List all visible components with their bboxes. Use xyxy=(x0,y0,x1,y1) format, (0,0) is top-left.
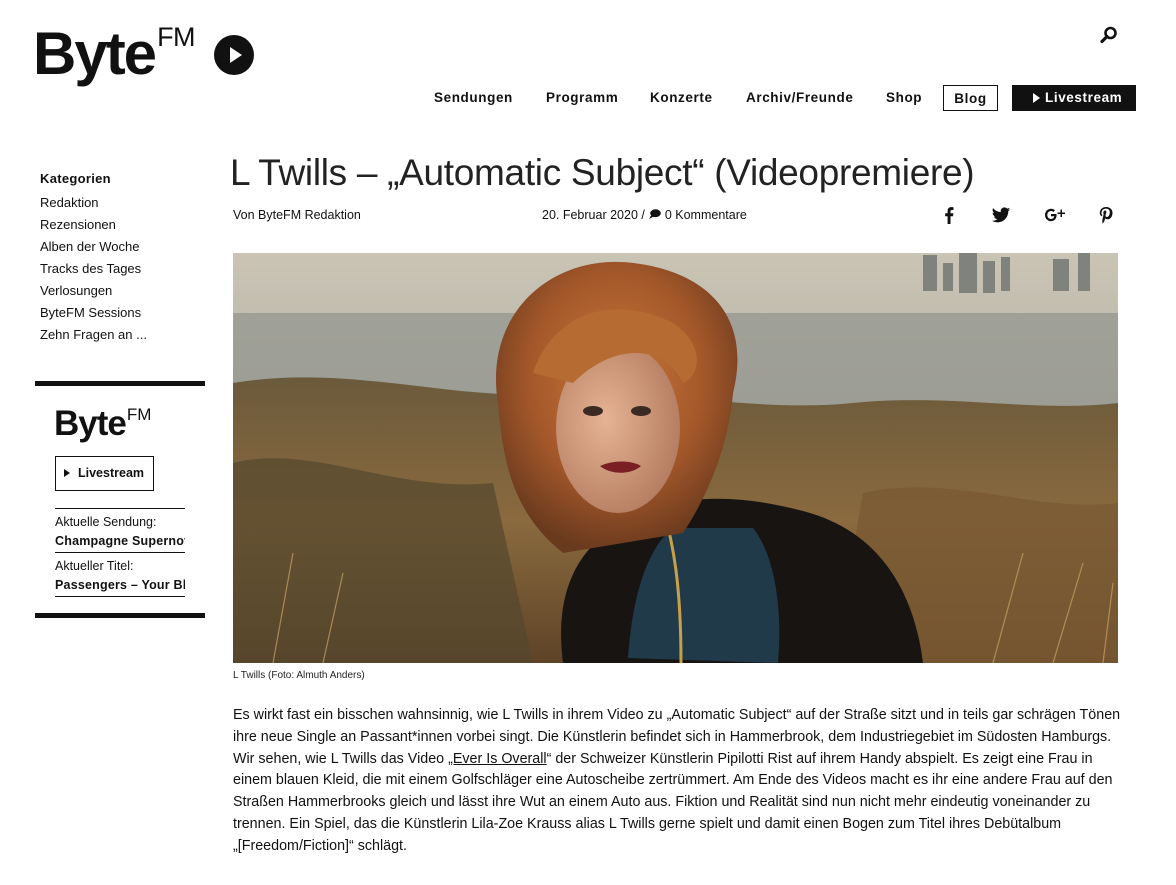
category-link[interactable]: Tracks des Tages xyxy=(40,261,141,276)
widget-livestream-label: Livestream xyxy=(78,466,145,480)
nav-sendungen[interactable]: Sendungen xyxy=(434,85,513,111)
facebook-icon xyxy=(945,207,954,224)
article-meta: 20. Februar 2020 / 0 Kommentare xyxy=(542,208,747,222)
category-link[interactable]: Alben der Woche xyxy=(40,239,140,254)
share-pinterest[interactable] xyxy=(1096,205,1116,225)
list-item: Zehn Fragen an ... xyxy=(40,324,210,346)
nav-shop[interactable]: Shop xyxy=(886,85,922,111)
play-icon[interactable] xyxy=(214,35,254,75)
comments-link[interactable]: 0 Kommentare xyxy=(665,208,747,222)
share-facebook[interactable] xyxy=(939,205,959,225)
nav-konzerte[interactable]: Konzerte xyxy=(650,85,713,111)
ever-is-overall-link[interactable]: „Ever Is Overall xyxy=(448,751,547,767)
image-caption: L Twills (Foto: Almuth Anders) xyxy=(233,670,365,681)
article-body: Es wirkt fast ein bisschen wahnsinnig, w… xyxy=(233,705,1123,858)
widget-livestream-button[interactable]: Livestream xyxy=(55,456,154,491)
byte-fm-logo[interactable]: Byte FM xyxy=(33,20,196,87)
nav-programm[interactable]: Programm xyxy=(546,85,618,111)
category-link[interactable]: ByteFM Sessions xyxy=(40,305,141,320)
categories-heading: Kategorien xyxy=(40,171,111,186)
comments-icon xyxy=(649,209,662,219)
list-item: Verlosungen xyxy=(40,280,210,302)
share-google-plus[interactable] xyxy=(1043,205,1067,225)
livestream-widget: Byte FM Livestream Aktuelle Sendung: Cha… xyxy=(35,381,205,618)
nav-livestream-button[interactable]: Livestream xyxy=(1012,85,1136,111)
divider xyxy=(55,552,185,553)
categories-list: Redaktion Rezensionen Alben der Woche Tr… xyxy=(40,192,210,346)
current-show-value: Champagne Supernova xyxy=(55,534,185,548)
article-hero-image xyxy=(233,253,1118,663)
meta-separator: / xyxy=(641,208,645,222)
list-item: ByteFM Sessions xyxy=(40,302,210,324)
author-link[interactable]: ByteFM Redaktion xyxy=(258,208,361,222)
widget-logo: Byte FM xyxy=(54,406,151,442)
share-twitter[interactable] xyxy=(991,205,1011,225)
livestream-label: Livestream xyxy=(1045,90,1123,105)
main-navigation: Sendungen Programm Konzerte Archiv/Freun… xyxy=(0,85,1176,113)
nav-archiv-freunde[interactable]: Archiv/Freunde xyxy=(746,85,853,111)
logo-text: Byte xyxy=(33,20,157,87)
list-item: Redaktion xyxy=(40,192,210,214)
list-item: Rezensionen xyxy=(40,214,210,236)
twitter-icon xyxy=(991,207,1011,223)
article-author: Von ByteFM Redaktion xyxy=(233,208,361,222)
current-track-value: Passengers – Your Blues xyxy=(55,578,185,592)
list-item: Tracks des Tages xyxy=(40,258,210,280)
current-show-label: Aktuelle Sendung: xyxy=(55,515,157,529)
widget-logo-sup: FM xyxy=(126,405,152,424)
widget-logo-text: Byte xyxy=(54,404,127,443)
category-link[interactable]: Rezensionen xyxy=(40,217,116,232)
current-track-label: Aktueller Titel: xyxy=(55,559,134,573)
divider xyxy=(55,508,185,509)
nav-blog[interactable]: Blog xyxy=(943,85,998,111)
pinterest-icon xyxy=(1099,207,1113,224)
article-title: L Twills – „Automatic Subject“ (Videopre… xyxy=(230,152,975,193)
search-icon[interactable] xyxy=(1100,26,1118,44)
category-link[interactable]: Verlosungen xyxy=(40,283,112,298)
categories-sidebar: Kategorien Redaktion Rezensionen Alben d… xyxy=(40,171,210,346)
category-link[interactable]: Redaktion xyxy=(40,195,99,210)
list-item: Alben der Woche xyxy=(40,236,210,258)
divider xyxy=(55,596,185,597)
category-link[interactable]: Zehn Fragen an ... xyxy=(40,327,147,342)
google-plus-icon xyxy=(1045,208,1065,222)
article-date: 20. Februar 2020 xyxy=(542,208,638,222)
author-prefix: Von xyxy=(233,208,255,222)
logo-sup: FM xyxy=(157,22,196,52)
